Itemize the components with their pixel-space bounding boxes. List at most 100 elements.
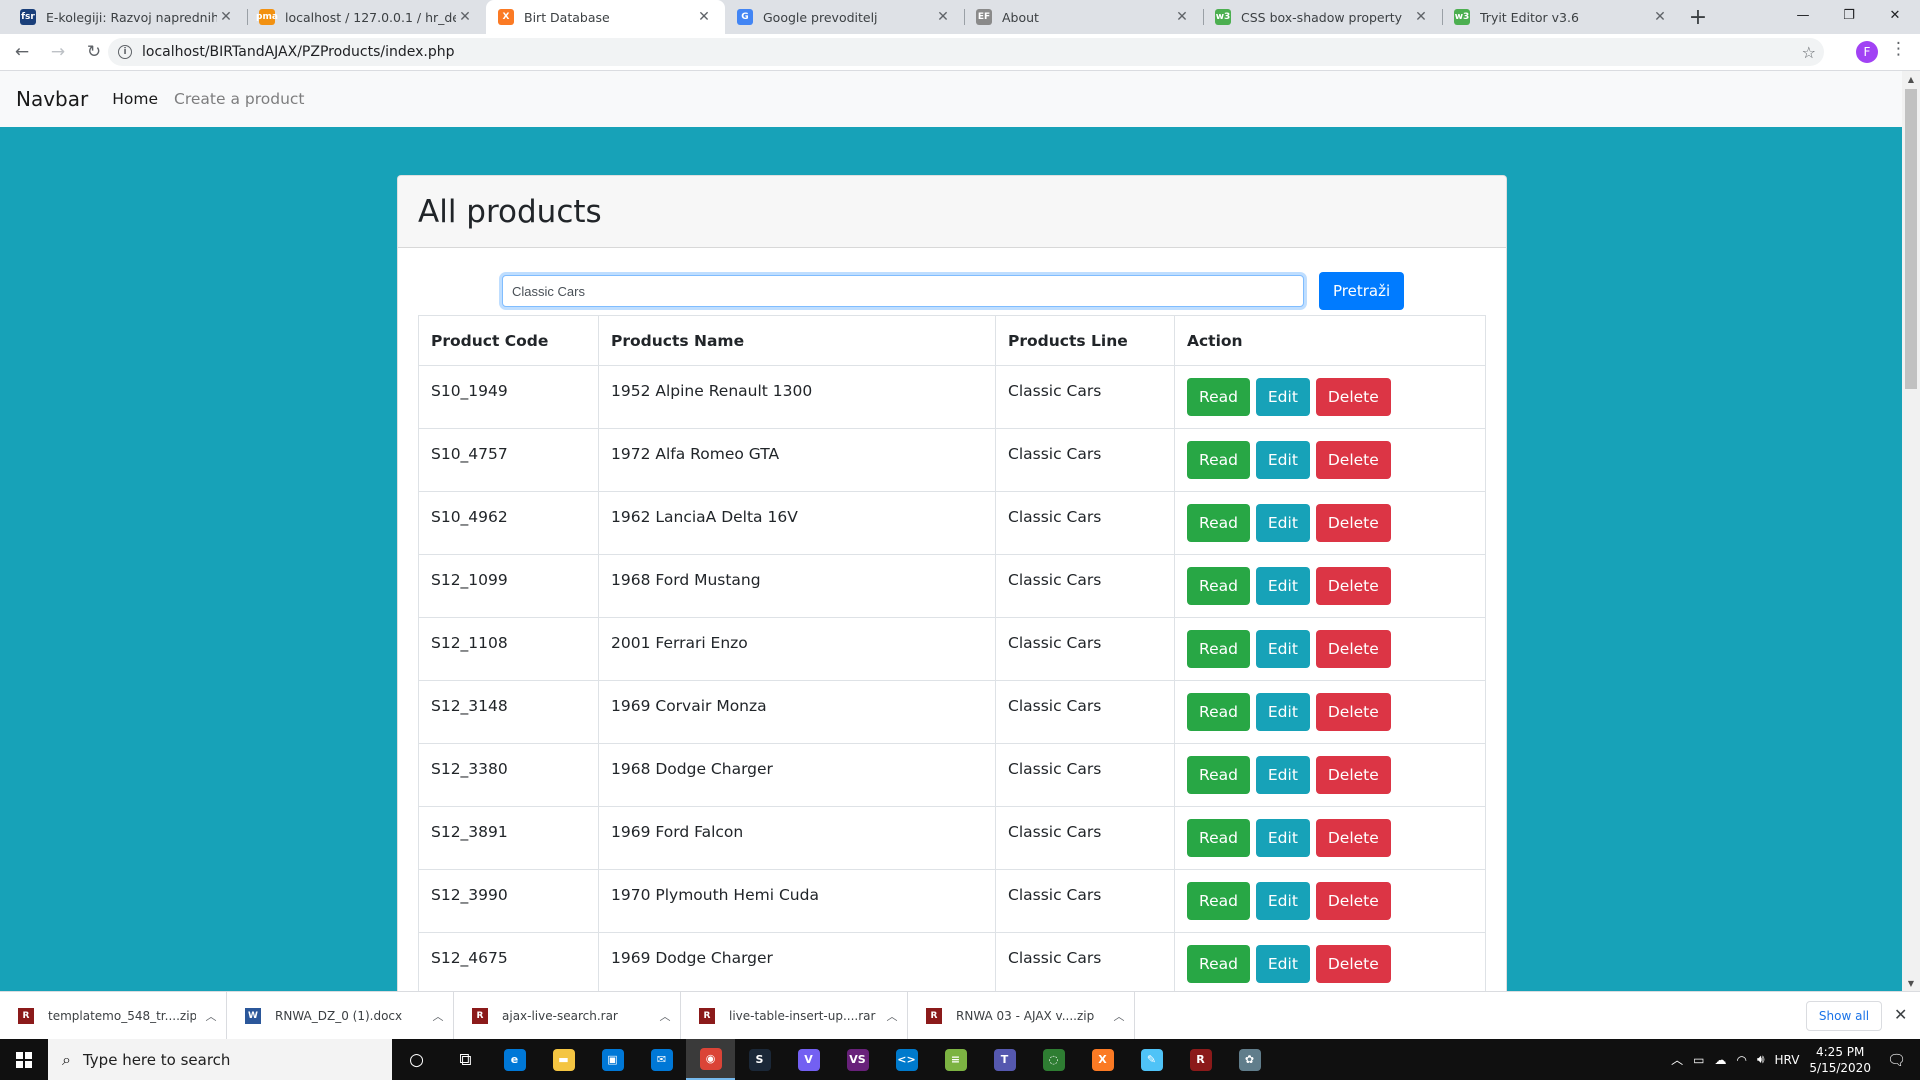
wifi-icon[interactable]: ◠ bbox=[1736, 1053, 1746, 1067]
close-icon[interactable]: ✕ bbox=[1894, 1005, 1907, 1024]
chevron-up-icon[interactable]: ︿ bbox=[1104, 1008, 1134, 1024]
download-item[interactable]: R RNWA 03 - AJAX v....zip ︿ bbox=[908, 991, 1135, 1040]
taskbar-search-box[interactable]: ⌕ Type here to search bbox=[48, 1039, 392, 1080]
notifications-icon[interactable]: 🗨︎ bbox=[1887, 1051, 1906, 1069]
mail-icon[interactable]: ✉ bbox=[637, 1039, 686, 1080]
edit-button[interactable]: Edit bbox=[1255, 882, 1310, 920]
task-view-icon[interactable]: ⧉ bbox=[441, 1039, 490, 1080]
read-button[interactable]: Read bbox=[1187, 441, 1250, 479]
delete-button[interactable]: Delete bbox=[1315, 441, 1391, 479]
language-indicator[interactable]: HRV bbox=[1775, 1053, 1800, 1067]
winrar-icon[interactable]: R bbox=[1176, 1039, 1225, 1080]
reload-icon[interactable]: ↻ bbox=[80, 38, 108, 66]
read-button[interactable]: Read bbox=[1187, 504, 1250, 542]
delete-button[interactable]: Delete bbox=[1315, 693, 1391, 731]
address-bar[interactable]: i localhost/BIRTandAJAX/PZProducts/index… bbox=[108, 38, 1824, 66]
browser-tab[interactable]: w3 Tryit Editor v3.6 ✕ bbox=[1442, 0, 1681, 34]
chrome-icon[interactable]: ◉ bbox=[686, 1039, 735, 1080]
close-tab-icon[interactable]: ✕ bbox=[695, 9, 713, 25]
edit-button[interactable]: Edit bbox=[1255, 567, 1310, 605]
read-button[interactable]: Read bbox=[1187, 819, 1250, 857]
browser-menu-icon[interactable]: ⋮ bbox=[1890, 39, 1907, 59]
browser-tab[interactable]: X Birt Database ✕ bbox=[486, 0, 725, 34]
edit-button[interactable]: Edit bbox=[1255, 378, 1310, 416]
delete-button[interactable]: Delete bbox=[1315, 945, 1391, 983]
edit-button[interactable]: Edit bbox=[1255, 819, 1310, 857]
edit-button[interactable]: Edit bbox=[1255, 441, 1310, 479]
edge-icon[interactable]: e bbox=[490, 1039, 539, 1080]
read-button[interactable]: Read bbox=[1187, 630, 1250, 668]
download-item[interactable]: Rlive-table-insert-up....rar ︿ bbox=[681, 991, 908, 1040]
browser-tab[interactable]: EF About ✕ bbox=[964, 0, 1203, 34]
close-window-button[interactable]: ✕ bbox=[1872, 0, 1918, 30]
chevron-up-icon[interactable]: ︿ bbox=[196, 1008, 226, 1024]
close-tab-icon[interactable]: ✕ bbox=[456, 9, 474, 25]
chevron-up-icon[interactable]: ︿ bbox=[877, 1008, 907, 1024]
browser-tab[interactable]: pma localhost / 127.0.0.1 / hr_debt / c✕ bbox=[247, 0, 486, 34]
read-button[interactable]: Read bbox=[1187, 693, 1250, 731]
delete-button[interactable]: Delete bbox=[1315, 756, 1391, 794]
browser-tab[interactable]: w3 CSS box-shadow property ✕ bbox=[1203, 0, 1442, 34]
stack-app-icon[interactable]: ≡ bbox=[931, 1039, 980, 1080]
delete-button[interactable]: Delete bbox=[1315, 819, 1391, 857]
bookmark-star-icon[interactable]: ☆ bbox=[1802, 43, 1816, 62]
edit-button[interactable]: Edit bbox=[1255, 504, 1310, 542]
read-button[interactable]: Read bbox=[1187, 882, 1250, 920]
profile-avatar[interactable]: F bbox=[1856, 41, 1878, 63]
nav-link-create-product[interactable]: Create a product bbox=[174, 90, 304, 108]
close-tab-icon[interactable]: ✕ bbox=[1651, 9, 1669, 25]
close-tab-icon[interactable]: ✕ bbox=[934, 9, 952, 25]
download-item[interactable]: Rtemplatemo_548_tr....zip ︿ bbox=[0, 991, 227, 1040]
delete-button[interactable]: Delete bbox=[1315, 504, 1391, 542]
browser-tab[interactable]: fsr E-kolegiji: Razvoj naprednih web a✕ bbox=[8, 0, 247, 34]
search-button[interactable]: Pretraži bbox=[1319, 272, 1405, 310]
browser-tab[interactable]: G Google prevoditelj ✕ bbox=[725, 0, 964, 34]
chevron-up-icon[interactable]: ︿ bbox=[423, 1008, 453, 1024]
delete-button[interactable]: Delete bbox=[1315, 567, 1391, 605]
edit-button[interactable]: Edit bbox=[1255, 756, 1310, 794]
scroll-up-arrow-icon[interactable]: ▲ bbox=[1902, 71, 1920, 87]
search-input[interactable] bbox=[502, 275, 1304, 307]
sync-app-icon[interactable]: ◌ bbox=[1029, 1039, 1078, 1080]
info-icon[interactable]: i bbox=[118, 45, 132, 59]
read-button[interactable]: Read bbox=[1187, 945, 1250, 983]
maximize-button[interactable]: ❐ bbox=[1826, 0, 1872, 30]
onedrive-cloud-icon[interactable]: ☁ bbox=[1714, 1053, 1726, 1067]
close-tab-icon[interactable]: ✕ bbox=[1412, 9, 1430, 25]
read-button[interactable]: Read bbox=[1187, 567, 1250, 605]
new-tab-button[interactable]: + bbox=[1681, 0, 1715, 34]
minimize-button[interactable]: — bbox=[1780, 0, 1826, 30]
edit-button[interactable]: Edit bbox=[1255, 693, 1310, 731]
clock[interactable]: 4:25 PM 5/15/2020 bbox=[1809, 1044, 1871, 1076]
vscode-icon[interactable]: <> bbox=[882, 1039, 931, 1080]
volume-icon[interactable]: 🔊︎ bbox=[1757, 1052, 1765, 1067]
cortana-icon[interactable]: ○ bbox=[392, 1039, 441, 1080]
close-tab-icon[interactable]: ✕ bbox=[217, 9, 235, 25]
read-button[interactable]: Read bbox=[1187, 378, 1250, 416]
viber-icon[interactable]: V bbox=[784, 1039, 833, 1080]
file-explorer-icon[interactable]: ▬ bbox=[539, 1039, 588, 1080]
chevron-up-icon[interactable]: ︿ bbox=[650, 1008, 680, 1024]
close-tab-icon[interactable]: ✕ bbox=[1173, 9, 1191, 25]
edit-button[interactable]: Edit bbox=[1255, 945, 1310, 983]
read-button[interactable]: Read bbox=[1187, 756, 1250, 794]
paint-icon[interactable]: ✿ bbox=[1225, 1039, 1274, 1080]
scrollbar-thumb[interactable] bbox=[1905, 89, 1917, 389]
show-all-downloads-button[interactable]: Show all bbox=[1806, 1001, 1882, 1031]
delete-button[interactable]: Delete bbox=[1315, 630, 1391, 668]
xampp-icon[interactable]: X bbox=[1078, 1039, 1127, 1080]
download-item[interactable]: Rajax-live-search.rar ︿ bbox=[454, 991, 681, 1040]
forward-arrow-icon[interactable]: → bbox=[44, 38, 72, 66]
delete-button[interactable]: Delete bbox=[1315, 882, 1391, 920]
delete-button[interactable]: Delete bbox=[1315, 378, 1391, 416]
notepad-icon[interactable]: ✎ bbox=[1127, 1039, 1176, 1080]
back-arrow-icon[interactable]: ← bbox=[8, 38, 36, 66]
teams-icon[interactable]: T bbox=[980, 1039, 1029, 1080]
scroll-down-arrow-icon[interactable]: ▼ bbox=[1902, 975, 1920, 991]
navbar-brand[interactable]: Navbar bbox=[16, 87, 88, 111]
nav-link-home[interactable]: Home bbox=[112, 90, 158, 108]
battery-icon[interactable]: ▭ bbox=[1693, 1053, 1704, 1067]
start-button[interactable] bbox=[0, 1039, 48, 1080]
store-icon[interactable]: ▣ bbox=[588, 1039, 637, 1080]
page-scrollbar[interactable]: ▲ ▼ bbox=[1902, 71, 1920, 991]
